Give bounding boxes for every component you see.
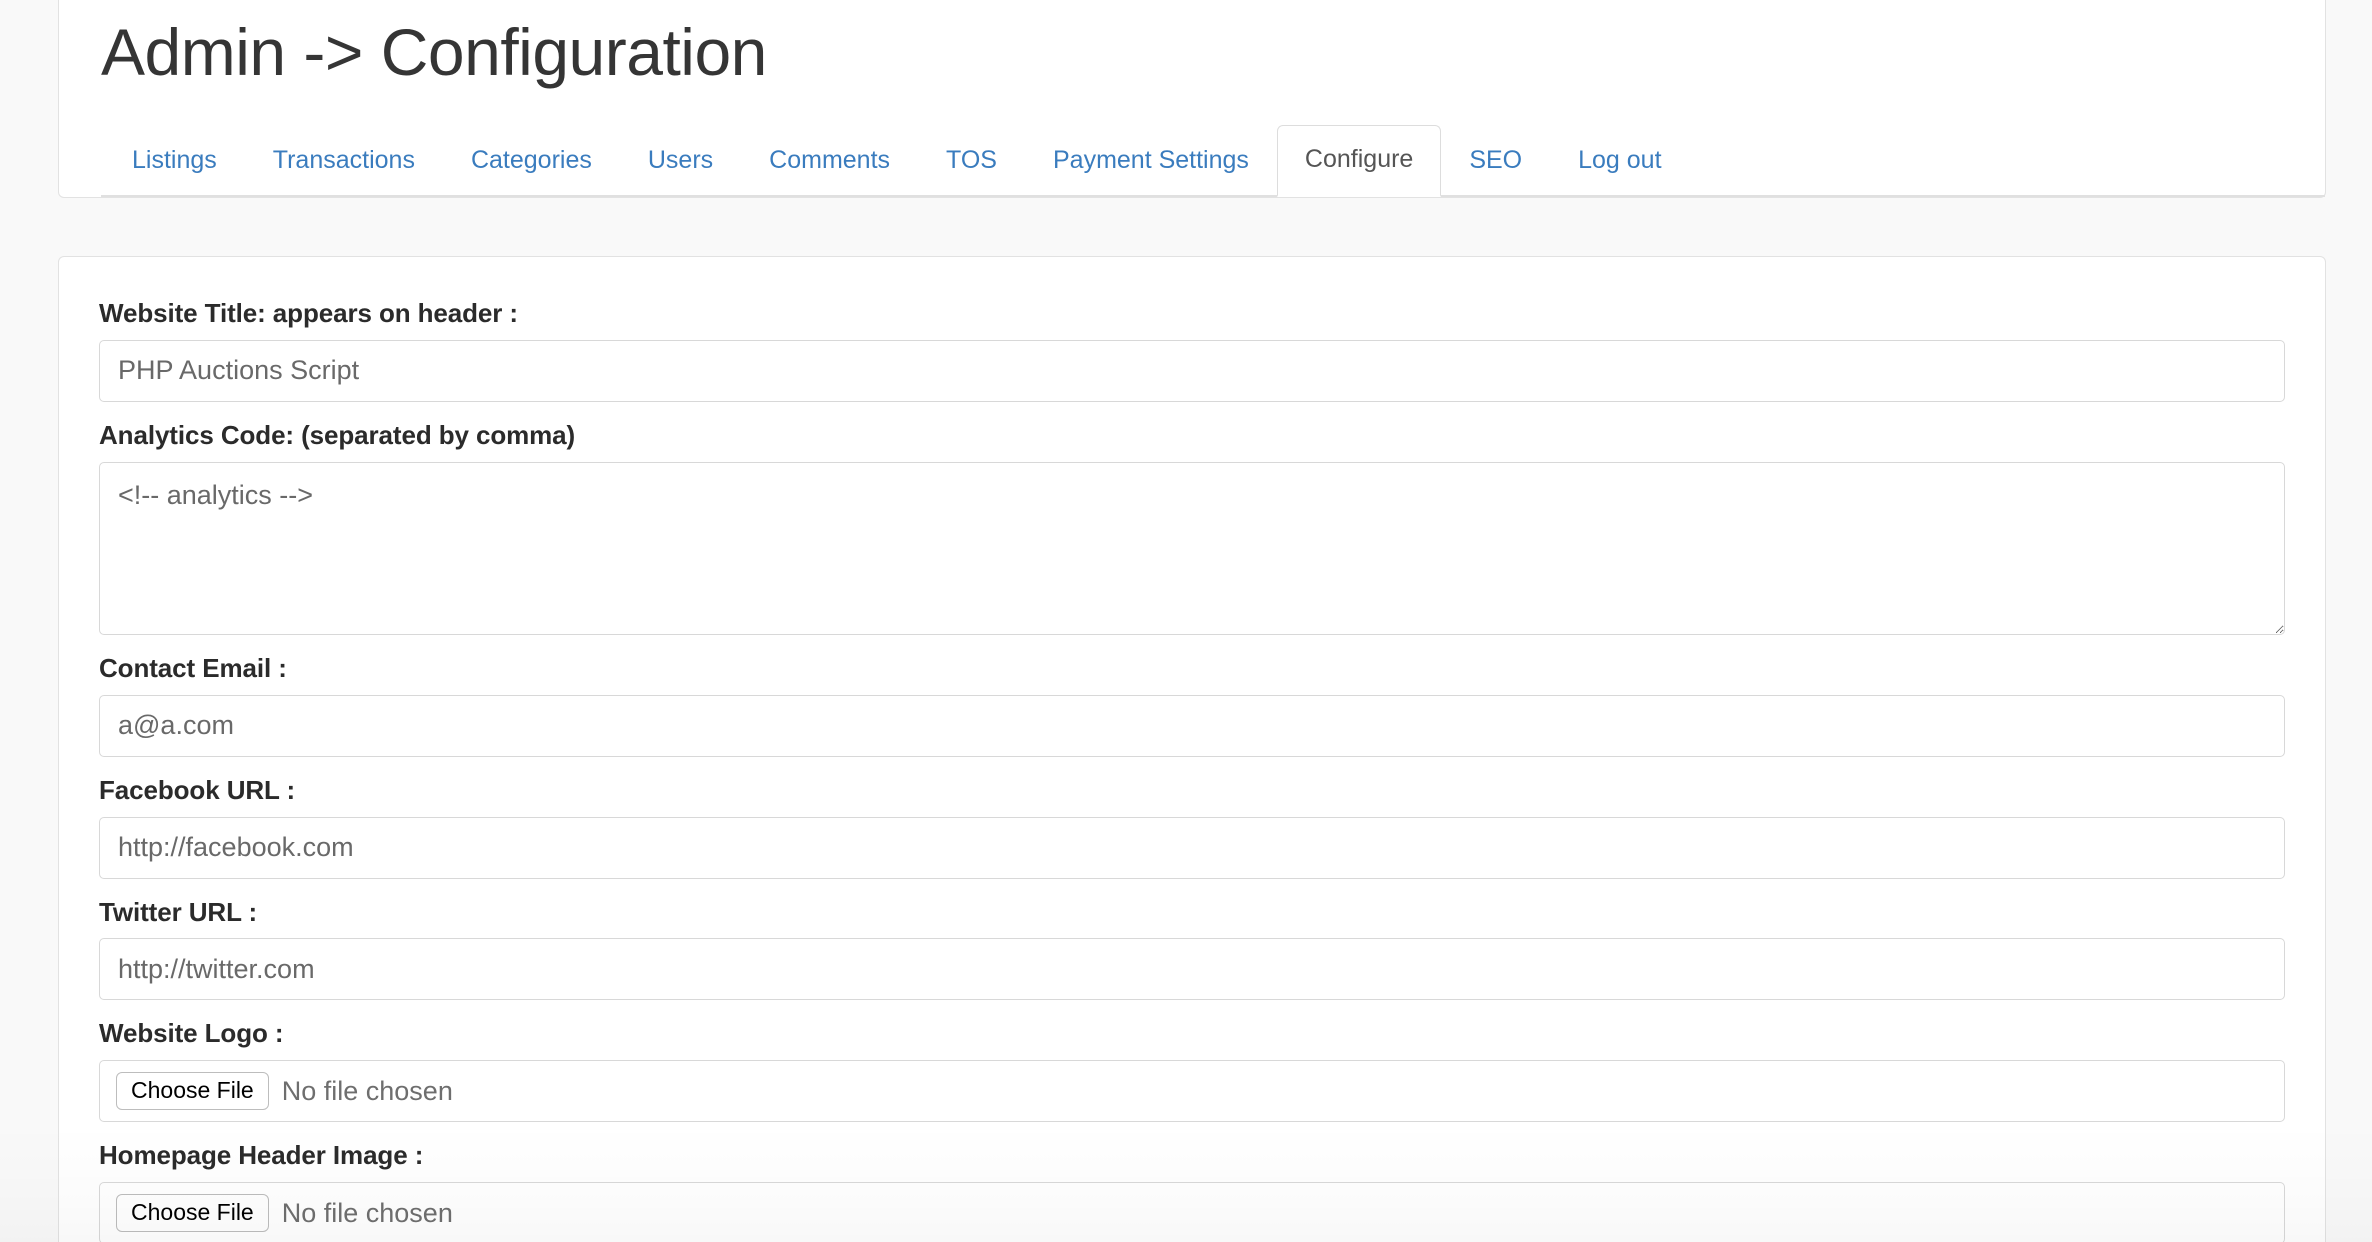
analytics-code-textarea[interactable]: <!-- analytics --> <box>99 461 2285 635</box>
analytics-code-label: Analytics Code: (separated by comma) <box>99 419 576 450</box>
tab-log-out[interactable]: Log out <box>1550 126 1689 197</box>
website-logo-file-input[interactable]: Choose File No file chosen <box>99 1060 2285 1123</box>
facebook-url-input[interactable] <box>99 816 2285 879</box>
homepage-header-image-label: Homepage Header Image : <box>99 1140 424 1171</box>
tab-users[interactable]: Users <box>620 126 741 197</box>
tab-categories[interactable]: Categories <box>443 126 620 197</box>
header-panel: Admin -> Configuration Listings Transact… <box>58 0 2326 198</box>
homepage-header-image-file-input[interactable]: Choose File No file chosen <box>99 1182 2285 1242</box>
contact-email-label: Contact Email : <box>99 652 287 683</box>
twitter-url-label: Twitter URL : <box>99 896 258 927</box>
tab-transactions[interactable]: Transactions <box>245 126 443 197</box>
tab-tos[interactable]: TOS <box>918 126 1025 197</box>
admin-configuration-page: Admin -> Configuration Listings Transact… <box>0 0 2372 1242</box>
website-logo-file-status: No file chosen <box>281 1075 453 1106</box>
website-title-label: Website Title: appears on header : <box>99 298 518 328</box>
website-title-input[interactable] <box>99 339 2285 402</box>
tab-seo[interactable]: SEO <box>1441 126 1550 197</box>
website-logo-label: Website Logo : <box>99 1018 284 1049</box>
page-title: Admin -> Configuration <box>101 15 767 90</box>
tab-payment-settings[interactable]: Payment Settings <box>1025 126 1277 197</box>
tab-comments[interactable]: Comments <box>741 126 918 197</box>
website-logo-choose-file-button[interactable]: Choose File <box>116 1072 269 1111</box>
contact-email-input[interactable] <box>99 694 2285 757</box>
homepage-header-image-file-status: No file chosen <box>281 1197 453 1228</box>
admin-tab-nav: Listings Transactions Categories Users C… <box>101 101 2325 197</box>
tab-configure[interactable]: Configure <box>1276 125 1442 197</box>
facebook-url-label: Facebook URL : <box>99 774 296 805</box>
configuration-form-panel: Website Title: appears on header : Analy… <box>58 256 2326 1242</box>
tab-listings[interactable]: Listings <box>104 126 245 197</box>
twitter-url-input[interactable] <box>99 938 2285 1001</box>
homepage-header-image-choose-file-button[interactable]: Choose File <box>116 1194 269 1233</box>
